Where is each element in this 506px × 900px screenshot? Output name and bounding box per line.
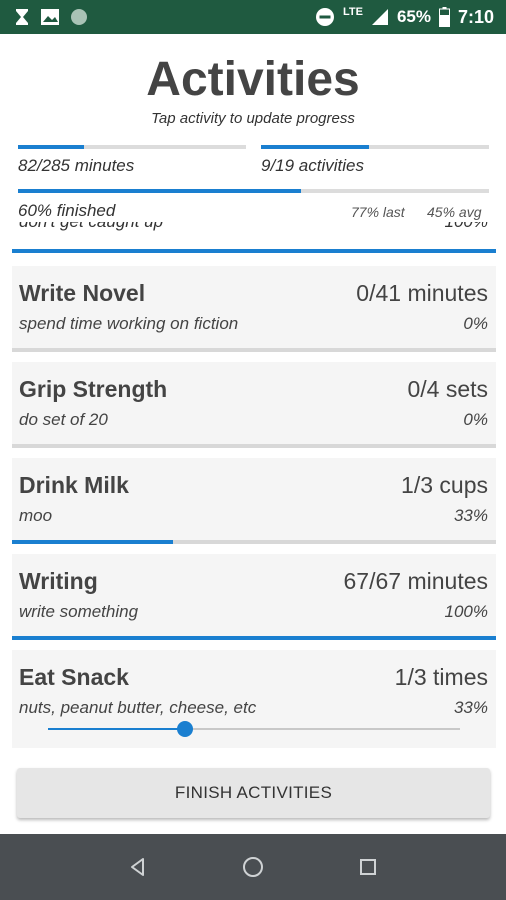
minutes-progress-fill bbox=[18, 145, 84, 149]
finished-progress-bar bbox=[18, 189, 489, 193]
activity-percent: 33% bbox=[453, 698, 488, 717]
activity-description: moo bbox=[19, 506, 53, 525]
activity-percent: 0% bbox=[463, 314, 488, 333]
activity-progress: 1/3 cups bbox=[401, 472, 488, 498]
activity-percent: 100% bbox=[444, 602, 488, 621]
clipped-activity-pct: 100% bbox=[445, 222, 488, 232]
network-type: LTE bbox=[342, 6, 363, 18]
activity-card-write-novel[interactable]: Write Novel 0/41 minutes spend time work… bbox=[12, 266, 496, 352]
last-summary: 77% last bbox=[351, 204, 405, 220]
image-icon bbox=[40, 8, 60, 26]
activity-progress-fill bbox=[12, 636, 496, 640]
slider-thumb[interactable] bbox=[177, 721, 194, 737]
clipped-activity-row[interactable]: don't get caught up 100% bbox=[12, 222, 496, 242]
activities-summary: 9/19 activities bbox=[261, 156, 364, 175]
activity-name: Writing bbox=[19, 568, 98, 594]
activity-progress-bar bbox=[12, 636, 496, 640]
navigation-bar bbox=[0, 834, 506, 900]
clipped-activity-desc: don't get caught up bbox=[19, 222, 163, 232]
activity-progress-slider[interactable] bbox=[48, 721, 460, 737]
clipped-activity-bar bbox=[12, 249, 496, 253]
minutes-progress-bar bbox=[18, 145, 246, 149]
activity-description: spend time working on fiction bbox=[19, 314, 239, 333]
activity-progress: 0/41 minutes bbox=[356, 280, 488, 306]
page-title: Activities bbox=[146, 53, 360, 106]
activity-card-eat-snack[interactable]: Eat Snack 1/3 times nuts, peanut butter,… bbox=[12, 650, 496, 748]
activity-percent: 0% bbox=[463, 410, 488, 429]
activity-progress-fill bbox=[12, 540, 174, 544]
activity-card-writing[interactable]: Writing 67/67 minutes write something 10… bbox=[12, 554, 496, 640]
minutes-summary: 82/285 minutes bbox=[18, 156, 135, 175]
do-not-disturb-icon bbox=[315, 7, 335, 27]
hourglass-icon bbox=[14, 8, 30, 26]
activity-percent: 33% bbox=[453, 506, 488, 525]
slider-fill bbox=[48, 728, 186, 730]
activity-description: write something bbox=[19, 602, 139, 621]
activity-progress: 0/4 sets bbox=[407, 376, 488, 402]
activity-progress-bar bbox=[12, 348, 496, 352]
activity-name: Drink Milk bbox=[19, 472, 129, 498]
circle-icon bbox=[70, 8, 88, 26]
back-icon[interactable] bbox=[118, 847, 158, 887]
activity-progress-bar bbox=[12, 444, 496, 448]
recents-icon[interactable] bbox=[348, 847, 388, 887]
battery-percent: 65% bbox=[396, 7, 431, 26]
status-bar: LTE 65% 7:10 bbox=[0, 0, 506, 34]
activity-name: Write Novel bbox=[19, 280, 146, 306]
activity-progress: 67/67 minutes bbox=[343, 568, 488, 594]
activity-card-grip-strength[interactable]: Grip Strength 0/4 sets do set of 20 0% bbox=[12, 362, 496, 448]
activity-name: Grip Strength bbox=[19, 376, 168, 402]
activity-card-drink-milk[interactable]: Drink Milk 1/3 cups moo 33% bbox=[12, 458, 496, 544]
activities-progress-fill bbox=[261, 145, 370, 149]
activity-description: do set of 20 bbox=[19, 410, 108, 429]
page-subtitle: Tap activity to update progress bbox=[151, 110, 355, 127]
finished-summary: 60% finished bbox=[18, 201, 116, 220]
clock: 7:10 bbox=[457, 6, 494, 27]
activity-name: Eat Snack bbox=[19, 664, 129, 690]
home-icon[interactable] bbox=[233, 847, 273, 887]
activity-description: nuts, peanut butter, cheese, etc bbox=[19, 698, 257, 717]
activity-progress-bar bbox=[12, 540, 496, 544]
signal-icon bbox=[371, 8, 389, 26]
activity-progress: 1/3 times bbox=[394, 664, 488, 690]
avg-summary: 45% avg bbox=[427, 204, 482, 220]
finished-progress-fill bbox=[18, 189, 301, 193]
battery-icon bbox=[438, 7, 450, 27]
finish-activities-button[interactable]: FINISH ACTIVITIES bbox=[17, 768, 490, 818]
activities-progress-bar bbox=[261, 145, 489, 149]
